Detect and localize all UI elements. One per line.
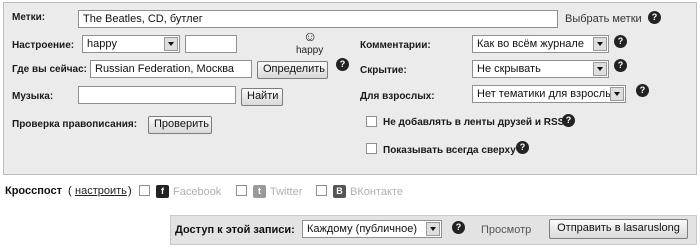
choose-tags-link[interactable]: Выбрать метки xyxy=(565,13,642,25)
comments-dropdown-arrow-icon xyxy=(593,37,607,51)
crosspost-label: Кросспост xyxy=(5,185,62,197)
mood-select[interactable]: happy xyxy=(82,35,180,53)
adult-help-icon[interactable]: ? xyxy=(636,84,649,97)
preview-link[interactable]: Просмотр xyxy=(481,224,531,236)
spellcheck-label: Проверка правописания: xyxy=(12,119,138,130)
access-select-value: Каждому (публичное) xyxy=(307,223,417,235)
access-select[interactable]: Каждому (публичное) xyxy=(302,220,442,238)
location-label: Где вы сейчас: xyxy=(12,64,87,75)
no-feeds-checkbox[interactable] xyxy=(366,116,377,127)
mood-icon-caption: happy xyxy=(296,45,324,56)
comments-select[interactable]: Как во всём журнале xyxy=(472,35,609,53)
crosspost-close-paren: ) xyxy=(128,185,132,197)
vkontakte-icon: В xyxy=(333,185,346,198)
music-label: Музыка: xyxy=(12,91,54,102)
comments-help-icon[interactable]: ? xyxy=(614,35,627,48)
comments-label: Комментарии: xyxy=(360,40,431,51)
adult-content-select[interactable]: Нет тематики для взрослых xyxy=(472,85,626,103)
crosspost-vkontakte-checkbox[interactable] xyxy=(316,185,327,196)
submit-post-button[interactable]: Отправить в lasaruslong xyxy=(549,219,688,239)
crosspost-open-paren: ( xyxy=(68,185,72,197)
twitter-icon: t xyxy=(253,185,266,198)
spellcheck-button[interactable]: Проверить xyxy=(148,116,212,134)
adult-select-value: Нет тематики для взрослых xyxy=(477,88,619,100)
comments-select-value: Как во всём журнале xyxy=(477,38,584,50)
screening-select-value: Не скрывать xyxy=(477,63,541,75)
screening-dropdown-arrow-icon xyxy=(593,62,607,76)
find-music-button[interactable]: Найти xyxy=(241,88,283,106)
adult-label: Для взрослых: xyxy=(360,91,435,102)
crosspost-facebook-checkbox[interactable] xyxy=(139,185,150,196)
crosspost-setup-link[interactable]: настроить xyxy=(75,185,127,197)
adult-dropdown-arrow-icon xyxy=(610,87,624,101)
access-dropdown-arrow-icon xyxy=(426,222,440,236)
tags-help-icon[interactable]: ? xyxy=(648,11,661,24)
facebook-icon: f xyxy=(156,185,169,198)
crosspost-vkontakte-label: ВКонтакте xyxy=(350,186,403,198)
crosspost-twitter-label: Twitter xyxy=(270,186,303,198)
screening-help-icon[interactable]: ? xyxy=(614,59,627,72)
music-input[interactable] xyxy=(78,86,236,104)
access-label: Доступ к этой записи: xyxy=(175,224,295,236)
detect-location-button[interactable]: Определить xyxy=(257,61,328,79)
sticky-help-icon[interactable]: ? xyxy=(516,141,529,154)
no-feeds-help-icon[interactable]: ? xyxy=(562,114,575,127)
screening-select[interactable]: Не скрывать xyxy=(472,60,609,78)
mood-smiley-icon: ☺ xyxy=(303,28,318,44)
crosspost-facebook-label: Facebook xyxy=(173,186,222,198)
location-help-icon[interactable]: ? xyxy=(336,58,349,71)
mood-dropdown-arrow-icon xyxy=(164,37,178,51)
mood-select-value: happy xyxy=(87,38,117,50)
no-feeds-label: Не добавлять в ленты друзей и RSS xyxy=(383,117,565,128)
location-input[interactable]: Russian Federation, Москва xyxy=(90,60,252,78)
sticky-checkbox[interactable] xyxy=(366,143,377,154)
access-help-icon[interactable]: ? xyxy=(452,221,465,234)
mood-label: Настроение: xyxy=(12,40,75,51)
screening-label: Скрытие: xyxy=(360,65,407,76)
tags-label: Метки: xyxy=(12,12,46,23)
mood-custom-input[interactable] xyxy=(185,35,237,53)
crosspost-twitter-checkbox[interactable] xyxy=(236,185,247,196)
tags-input[interactable]: The Beatles, CD, бутлег xyxy=(78,10,558,28)
sticky-label: Показывать всегда сверху xyxy=(383,145,516,156)
